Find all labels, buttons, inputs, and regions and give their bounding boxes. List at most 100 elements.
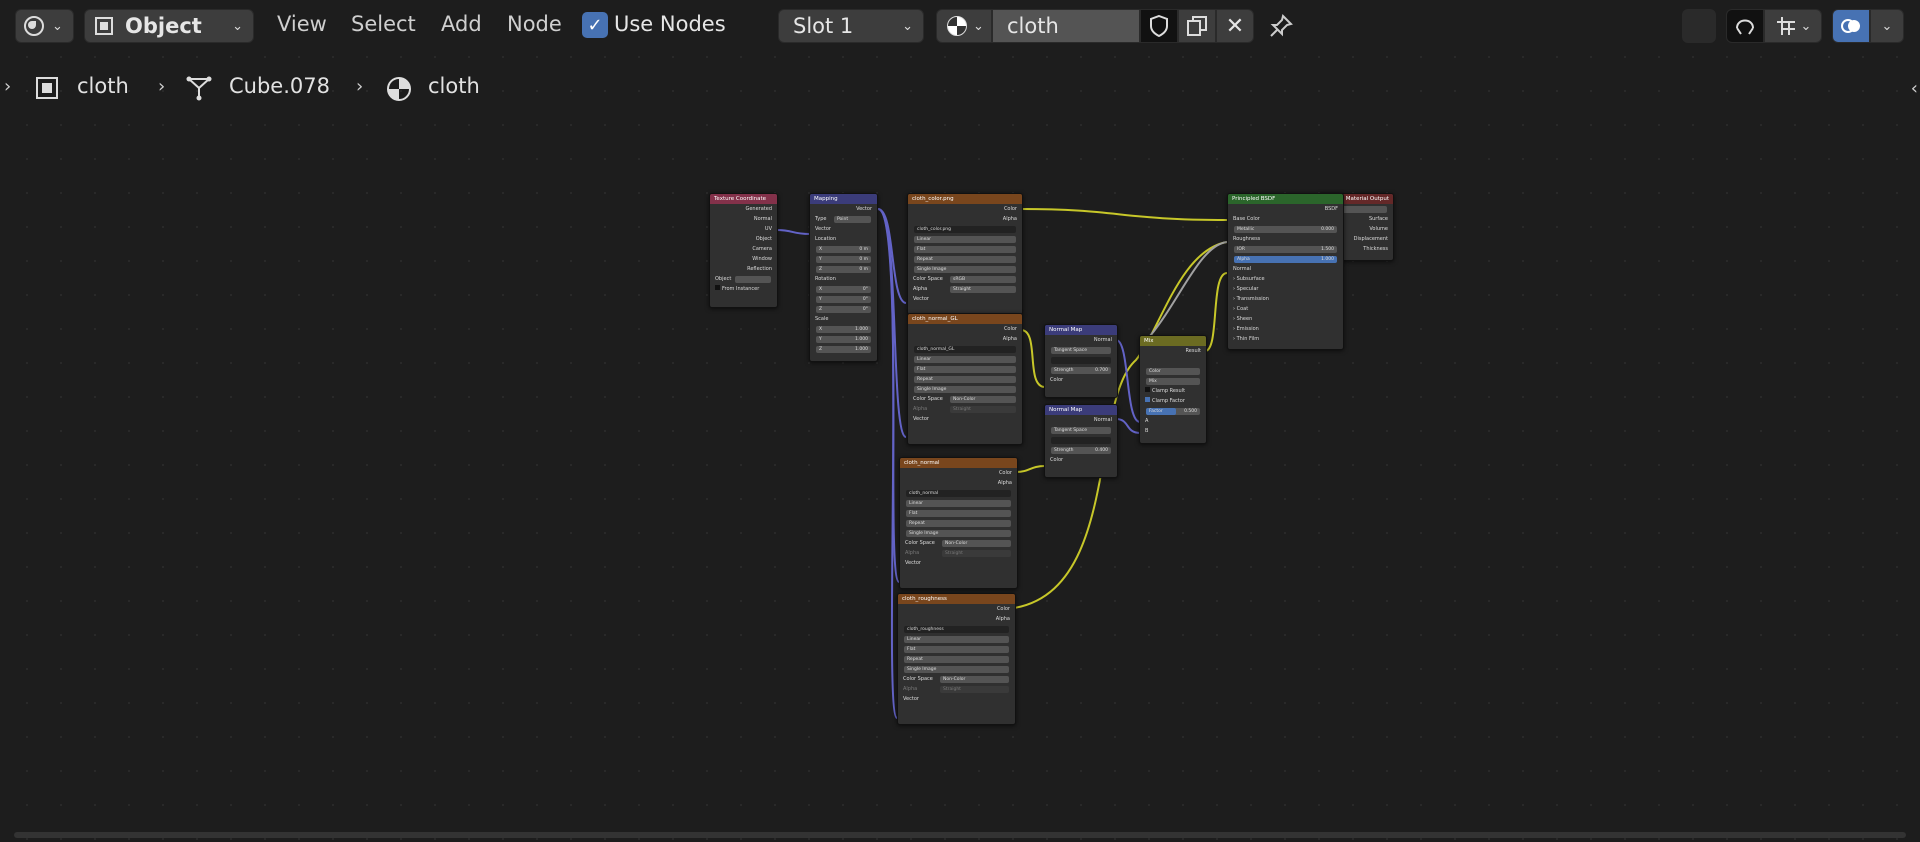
projection-value: Flat xyxy=(914,246,1016,253)
panel-thin-film[interactable]: › Thin Film xyxy=(1228,334,1343,344)
panel-sheen[interactable]: › Sheen xyxy=(1228,314,1343,324)
rotation-y[interactable]: Y 0° xyxy=(810,294,877,304)
location-z[interactable]: Z 0 m xyxy=(810,264,877,274)
source-dropdown[interactable]: Single Image xyxy=(908,384,1022,394)
panel-emission[interactable]: › Emission xyxy=(1228,324,1343,334)
data-type-dropdown[interactable]: Color xyxy=(1140,366,1206,376)
uv-map-field[interactable] xyxy=(1045,435,1117,445)
rotation-x[interactable]: X 0° xyxy=(810,284,877,294)
projection-dropdown[interactable]: Flat xyxy=(898,644,1015,654)
color-space-row[interactable]: Color Space Non-Color xyxy=(898,674,1015,684)
source-dropdown[interactable]: Single Image xyxy=(900,528,1017,538)
axis-label: Y xyxy=(819,337,822,342)
image-selector[interactable]: cloth_normal xyxy=(900,488,1017,498)
alpha-field[interactable]: Alpha 1.000 xyxy=(1228,254,1343,264)
scale-y[interactable]: Y 1.000 xyxy=(810,334,877,344)
image-selector[interactable]: cloth_normal_GL xyxy=(908,344,1022,354)
node-principled-bsdf[interactable]: Principled BSDF BSDF Base Color Metallic… xyxy=(1227,193,1344,350)
object-field-row[interactable]: Object xyxy=(710,274,777,284)
panel-specular[interactable]: › Specular xyxy=(1228,284,1343,294)
from-instancer-row[interactable]: From Instancer xyxy=(710,284,777,294)
node-normal-map-2[interactable]: Normal Map Normal Tangent Space Strength… xyxy=(1044,404,1118,478)
color-space-value[interactable]: Non-Color xyxy=(940,676,1009,683)
value: 1.000 xyxy=(855,337,868,342)
alpha-label: Alpha xyxy=(903,686,918,692)
node-header[interactable]: Normal Map xyxy=(1045,325,1117,335)
source-dropdown[interactable]: Single Image xyxy=(898,664,1015,674)
node-image-texture-normal-gl[interactable]: cloth_normal_GL Color Alpha cloth_normal… xyxy=(907,313,1023,445)
color-space-value[interactable]: Non-Color xyxy=(950,396,1016,403)
image-name-field[interactable]: cloth_normal_GL xyxy=(914,346,1016,353)
alpha-value[interactable]: Straight xyxy=(950,286,1016,293)
alpha-label: Alpha xyxy=(913,286,928,292)
projection-dropdown[interactable]: Flat xyxy=(908,244,1022,254)
interpolation-dropdown[interactable]: Linear xyxy=(908,354,1022,364)
panel-coat[interactable]: › Coat xyxy=(1228,304,1343,314)
node-header[interactable]: Texture Coordinate xyxy=(710,194,777,204)
projection-dropdown[interactable]: Flat xyxy=(900,508,1017,518)
extension-dropdown[interactable]: Repeat xyxy=(898,654,1015,664)
scale-z[interactable]: Z 1.000 xyxy=(810,344,877,354)
node-image-texture-color[interactable]: cloth_color.png Color Alpha cloth_color.… xyxy=(907,193,1023,315)
space-dropdown[interactable]: Tangent Space xyxy=(1045,345,1117,355)
node-image-texture-roughness[interactable]: cloth_roughness Color Alpha cloth_roughn… xyxy=(897,593,1016,725)
clamp-result-checkbox[interactable]: Clamp Result xyxy=(1140,386,1206,396)
clamp-factor-checkbox[interactable]: Clamp Factor xyxy=(1140,396,1206,406)
metallic-field[interactable]: Metallic 0.000 xyxy=(1228,224,1343,234)
image-selector[interactable]: cloth_color.png xyxy=(908,224,1022,234)
space-value: Tangent Space xyxy=(1051,347,1111,354)
node-title: Material Output xyxy=(1345,196,1389,202)
strength-field[interactable]: Strength 0.700 xyxy=(1045,365,1117,375)
source-dropdown[interactable]: Single Image xyxy=(908,264,1022,274)
image-name-field[interactable]: cloth_normal xyxy=(906,490,1011,497)
factor-field[interactable]: Factor 0.500 xyxy=(1140,406,1206,416)
location-y[interactable]: Y 0 m xyxy=(810,254,877,264)
panel-subsurface[interactable]: › Subsurface xyxy=(1228,274,1343,284)
node-header[interactable]: Mapping xyxy=(810,194,877,204)
horizontal-scrollbar[interactable] xyxy=(14,832,1906,838)
node-header[interactable]: Principled BSDF xyxy=(1228,194,1343,204)
scale-x[interactable]: X 1.000 xyxy=(810,324,877,334)
interpolation-dropdown[interactable]: Linear xyxy=(898,634,1015,644)
node-normal-map-1[interactable]: Normal Map Normal Tangent Space Strength… xyxy=(1044,324,1118,398)
interpolation-dropdown[interactable]: Linear xyxy=(900,498,1017,508)
image-name-field[interactable]: cloth_color.png xyxy=(914,226,1016,233)
strength-field[interactable]: Strength 0.400 xyxy=(1045,445,1117,455)
location-x[interactable]: X 0 m xyxy=(810,244,877,254)
projection-dropdown[interactable]: Flat xyxy=(908,364,1022,374)
node-header[interactable]: cloth_normal_GL xyxy=(908,314,1022,324)
color-space-value[interactable]: sRGB xyxy=(950,276,1016,283)
color-space-row[interactable]: Color Space sRGB xyxy=(908,274,1022,284)
panel-transmission[interactable]: › Transmission xyxy=(1228,294,1343,304)
rotation-z[interactable]: Z 0° xyxy=(810,304,877,314)
alpha-row[interactable]: Alpha Straight xyxy=(908,284,1022,294)
strength-value: 0.700 xyxy=(1095,368,1108,373)
node-editor[interactable]: ⌄ Object ⌄ View Select Add Node ✓ Use No… xyxy=(0,0,1920,842)
color-space-row[interactable]: Color Space Non-Color xyxy=(900,538,1017,548)
extension-dropdown[interactable]: Repeat xyxy=(900,518,1017,528)
color-space-value[interactable]: Non-Color xyxy=(942,540,1011,547)
image-selector[interactable]: cloth_roughness xyxy=(898,624,1015,634)
node-header[interactable]: cloth_normal xyxy=(900,458,1017,468)
node-header[interactable]: cloth_color.png xyxy=(908,194,1022,204)
type-dropdown[interactable]: Point xyxy=(834,216,871,223)
ior-field[interactable]: IOR 1.500 xyxy=(1228,244,1343,254)
node-header[interactable]: cloth_roughness xyxy=(898,594,1015,604)
node-mapping[interactable]: Mapping Vector Type Point Vector Location… xyxy=(809,193,878,362)
node-header[interactable]: Mix xyxy=(1140,336,1206,346)
image-name-field[interactable]: cloth_roughness xyxy=(904,626,1009,633)
node-header[interactable]: Normal Map xyxy=(1045,405,1117,415)
type-row[interactable]: Type Point xyxy=(810,214,877,224)
interpolation-dropdown[interactable]: Linear xyxy=(908,234,1022,244)
node-texture-coordinate[interactable]: Texture Coordinate Generated Normal UV O… xyxy=(709,193,778,308)
blend-mode-dropdown[interactable]: Mix xyxy=(1140,376,1206,386)
value: 1.000 xyxy=(855,347,868,352)
color-space-row[interactable]: Color Space Non-Color xyxy=(908,394,1022,404)
node-image-texture-normal[interactable]: cloth_normal Color Alpha cloth_normal Li… xyxy=(899,457,1018,589)
uv-map-field[interactable] xyxy=(1045,355,1117,365)
node-mix[interactable]: Mix Result Color Mix Clamp Result Clamp … xyxy=(1139,335,1207,444)
extension-dropdown[interactable]: Repeat xyxy=(908,374,1022,384)
space-dropdown[interactable]: Tangent Space xyxy=(1045,425,1117,435)
extension-dropdown[interactable]: Repeat xyxy=(908,254,1022,264)
value: 0 m xyxy=(859,267,868,272)
